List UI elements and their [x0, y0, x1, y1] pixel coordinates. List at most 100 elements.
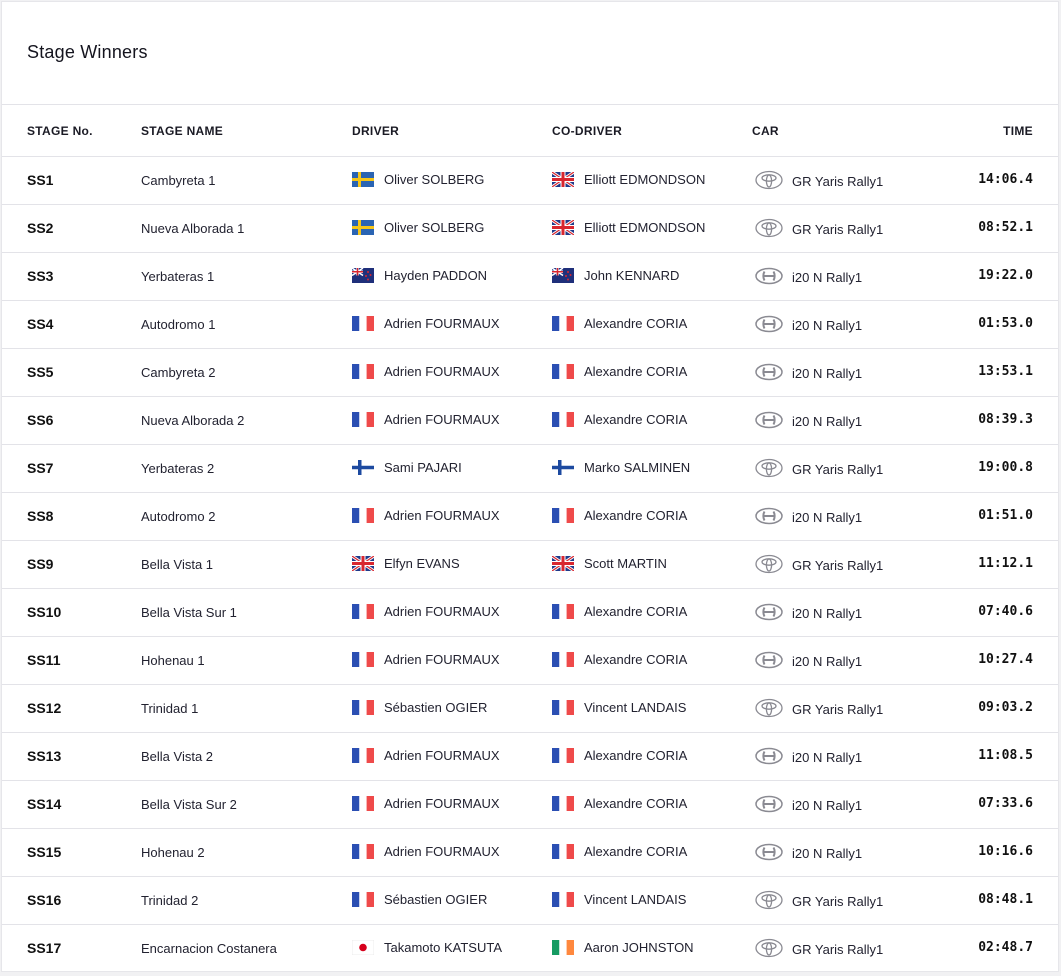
co-driver-name[interactable]: Elliott EDMONDSON: [584, 172, 705, 187]
stage-number: SS16: [27, 892, 62, 908]
co-driver-cell: Alexandre CORIA: [552, 364, 687, 379]
france-flag-icon: [552, 316, 574, 331]
hyundai-logo-icon: [754, 842, 784, 862]
co-driver-name[interactable]: Alexandre CORIA: [584, 604, 687, 619]
driver-cell: Oliver SOLBERG: [352, 220, 484, 235]
table-row[interactable]: SS4 Autodromo 1 Adrien FOURMAUX Alexandre C…: [2, 301, 1058, 349]
driver-name[interactable]: Oliver SOLBERG: [384, 172, 484, 187]
driver-name[interactable]: Adrien FOURMAUX: [384, 748, 500, 763]
co-driver-name[interactable]: Vincent LANDAIS: [584, 892, 686, 907]
co-driver-cell: Alexandre CORIA: [552, 652, 687, 667]
co-driver-name[interactable]: Elliott EDMONDSON: [584, 220, 705, 235]
co-driver-name[interactable]: Alexandre CORIA: [584, 364, 687, 379]
table-row[interactable]: SS11 Hohenau 1 Adrien FOURMAUX Alexandre CO…: [2, 637, 1058, 685]
car-cell: i20 N Rally1: [754, 315, 863, 334]
car-cell: i20 N Rally1: [754, 507, 862, 526]
stage-name: Bella Vista Sur 1: [141, 605, 237, 620]
driver-name[interactable]: Adrien FOURMAUX: [384, 844, 500, 859]
stage-name: Bella Vista Sur 2: [141, 797, 237, 812]
stage-name: Autodromo 1: [141, 317, 216, 332]
table-row[interactable]: SS17 Encarnacion Costanera Takamoto KATSUT…: [2, 925, 1058, 971]
driver-name[interactable]: Elfyn EVANS: [384, 556, 460, 571]
driver-name[interactable]: Oliver SOLBERG: [384, 220, 484, 235]
france-flag-icon: [352, 316, 374, 331]
co-driver-name[interactable]: Alexandre CORIA: [584, 796, 687, 811]
co-driver-name[interactable]: Alexandre CORIA: [584, 748, 687, 763]
header-time[interactable]: TIME: [1003, 124, 1033, 138]
table-row[interactable]: SS13 Bella Vista 2 Adrien FOURMAUX Alexandr…: [2, 733, 1058, 781]
table-row[interactable]: SS12 Trinidad 1 Sébastien OGIER Vincent LAN…: [2, 685, 1058, 733]
header-driver[interactable]: DRIVER: [352, 124, 399, 138]
stage-time: 10:16.6: [978, 844, 1033, 859]
co-driver-name[interactable]: Alexandre CORIA: [584, 652, 687, 667]
co-driver-name[interactable]: Marko SALMINEN: [584, 460, 690, 475]
co-driver-name[interactable]: Alexandre CORIA: [584, 844, 687, 859]
stage-time: 14:06.4: [978, 172, 1033, 187]
co-driver-name[interactable]: Alexandre CORIA: [584, 412, 687, 427]
table-row[interactable]: SS5 Cambyreta 2 Adrien FOURMAUX Alexandre C…: [2, 349, 1058, 397]
stage-time: 08:52.1: [978, 220, 1033, 235]
driver-name[interactable]: Adrien FOURMAUX: [384, 604, 500, 619]
driver-name[interactable]: Adrien FOURMAUX: [384, 316, 500, 331]
table-row[interactable]: SS1 Cambyreta 1 Oliver SOLBERG Elliott EDMO…: [2, 157, 1058, 205]
table-body: SS1 Cambyreta 1 Oliver SOLBERG Elliott EDMO…: [2, 157, 1058, 971]
driver-name[interactable]: Adrien FOURMAUX: [384, 412, 500, 427]
france-flag-icon: [352, 652, 374, 667]
uk-flag-icon: [552, 220, 574, 235]
driver-name[interactable]: Adrien FOURMAUX: [384, 364, 500, 379]
stage-number: SS6: [27, 412, 54, 428]
table-row[interactable]: SS14 Bella Vista Sur 2 Adrien FOURMAUX Alex…: [2, 781, 1058, 829]
co-driver-name[interactable]: Aaron JOHNSTON: [584, 940, 694, 955]
co-driver-name[interactable]: Alexandre CORIA: [584, 508, 687, 523]
co-driver-cell: Alexandre CORIA: [552, 508, 687, 523]
stage-time: 19:22.0: [978, 268, 1033, 283]
driver-name[interactable]: Takamoto KATSUTA: [384, 940, 502, 955]
driver-name[interactable]: Sami PAJARI: [384, 460, 462, 475]
france-flag-icon: [552, 412, 574, 427]
stage-time: 19:00.8: [978, 460, 1033, 475]
stage-number: SS5: [27, 364, 54, 380]
driver-cell: Takamoto KATSUTA: [352, 940, 502, 955]
france-flag-icon: [552, 364, 574, 379]
driver-cell: Elfyn EVANS: [352, 556, 460, 571]
co-driver-name[interactable]: John KENNARD: [584, 268, 679, 283]
table-row[interactable]: SS9 Bella Vista 1 Elfyn EVANS Scott MARTIN G…: [2, 541, 1058, 589]
driver-name[interactable]: Adrien FOURMAUX: [384, 508, 500, 523]
driver-name[interactable]: Adrien FOURMAUX: [384, 796, 500, 811]
stage-winners-card: Stage Winners STAGE No. STAGE NAME DRIVE…: [1, 1, 1059, 972]
table-header: STAGE No. STAGE NAME DRIVER CO-DRIVER CA…: [2, 104, 1058, 157]
table-row[interactable]: SS6 Nueva Alborada 2 Adrien FOURMAUX Alexan…: [2, 397, 1058, 445]
stage-time: 09:03.2: [978, 700, 1033, 715]
co-driver-name[interactable]: Alexandre CORIA: [584, 316, 687, 331]
table-row[interactable]: SS10 Bella Vista Sur 1 Adrien FOURMAUX Alex…: [2, 589, 1058, 637]
table-row[interactable]: SS15 Hohenau 2 Adrien FOURMAUX Alexandre CO…: [2, 829, 1058, 877]
table-row[interactable]: SS2 Nueva Alborada 1 Oliver SOLBERG Elliott…: [2, 205, 1058, 253]
driver-name[interactable]: Sébastien OGIER: [384, 892, 487, 907]
driver-cell: Adrien FOURMAUX: [352, 364, 500, 379]
driver-cell: Sébastien OGIER: [352, 700, 487, 715]
header-stage-no[interactable]: STAGE No.: [27, 124, 93, 138]
france-flag-icon: [552, 796, 574, 811]
france-flag-icon: [352, 748, 374, 763]
stage-name: Cambyreta 2: [141, 365, 216, 380]
table-row[interactable]: SS7 Yerbateras 2 Sami PAJARI Marko SALMINEN…: [2, 445, 1058, 493]
table-row[interactable]: SS16 Trinidad 2 Sébastien OGIER Vincent LAN…: [2, 877, 1058, 925]
co-driver-cell: Vincent LANDAIS: [552, 700, 686, 715]
driver-name[interactable]: Sébastien OGIER: [384, 700, 487, 715]
header-co-driver[interactable]: CO-DRIVER: [552, 124, 622, 138]
hyundai-logo-icon: [754, 794, 784, 814]
car-model: i20 N Rally1: [792, 317, 863, 333]
table-row[interactable]: SS3 Yerbateras 1 Hayden PADDON John KENNARD…: [2, 253, 1058, 301]
stage-number: SS17: [27, 940, 62, 956]
header-stage-name[interactable]: STAGE NAME: [141, 124, 223, 138]
co-driver-name[interactable]: Scott MARTIN: [584, 556, 667, 571]
driver-name[interactable]: Hayden PADDON: [384, 268, 487, 283]
driver-cell: Hayden PADDON: [352, 268, 487, 283]
car-model: GR Yaris Rally1: [792, 701, 884, 717]
co-driver-cell: Marko SALMINEN: [552, 460, 690, 475]
driver-name[interactable]: Adrien FOURMAUX: [384, 652, 500, 667]
header-car[interactable]: CAR: [752, 124, 779, 138]
stage-number: SS2: [27, 220, 54, 236]
table-row[interactable]: SS8 Autodromo 2 Adrien FOURMAUX Alexandre C…: [2, 493, 1058, 541]
co-driver-name[interactable]: Vincent LANDAIS: [584, 700, 686, 715]
